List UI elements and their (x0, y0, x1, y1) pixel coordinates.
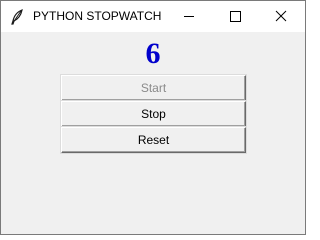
close-button[interactable] (258, 1, 304, 32)
maximize-icon (230, 11, 241, 22)
window-title: PYTHON STOPWATCH (33, 9, 162, 23)
start-button[interactable]: Start (61, 75, 246, 101)
maximize-button[interactable] (212, 1, 258, 32)
window-client-area: 6 Start Stop Reset (1, 32, 305, 234)
stop-button[interactable]: Stop (61, 101, 246, 127)
minimize-icon (184, 16, 194, 17)
title-bar[interactable]: PYTHON STOPWATCH (1, 1, 305, 32)
feather-icon (10, 9, 24, 25)
minimize-button[interactable] (166, 1, 212, 32)
stopwatch-window: PYTHON STOPWATCH 6 Start Stop Reset (0, 0, 306, 235)
stopwatch-counter: 6 (145, 37, 161, 70)
close-icon (275, 10, 287, 22)
reset-button[interactable]: Reset (61, 127, 246, 153)
